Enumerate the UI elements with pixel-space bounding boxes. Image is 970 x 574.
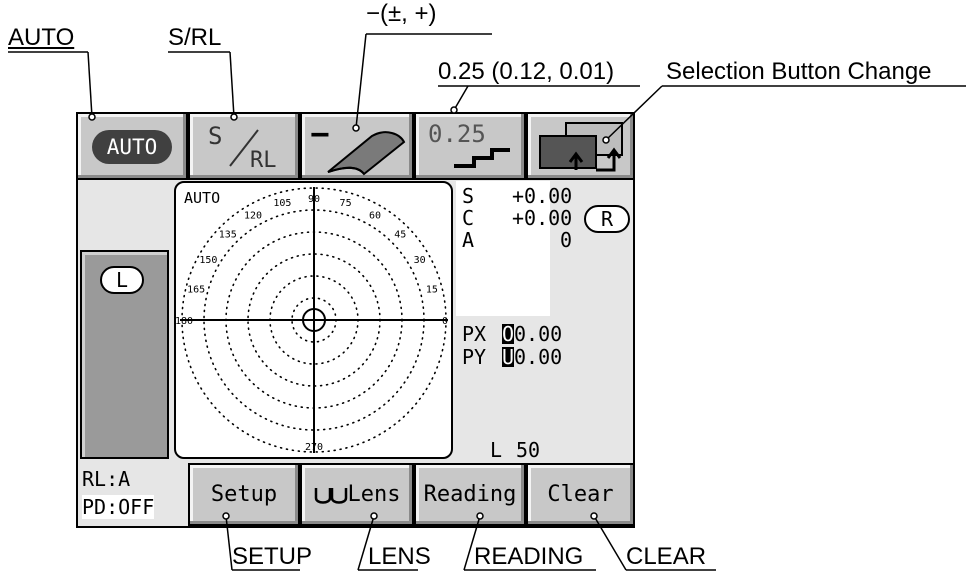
rl-label: RL xyxy=(250,148,277,173)
step-icon xyxy=(454,148,510,168)
callout-auto: AUTO xyxy=(8,24,75,51)
callout-selection: Selection Button Change xyxy=(666,58,932,85)
angle-label-120: 120 xyxy=(244,210,262,221)
lens-button[interactable]: Lens xyxy=(300,463,414,526)
a-label-text: A xyxy=(462,228,475,252)
angle-label-180: 180 xyxy=(176,316,193,327)
left-lens-panel[interactable]: L xyxy=(80,250,169,459)
auto-indicator: AUTO xyxy=(92,130,172,164)
angle-label-150: 150 xyxy=(199,255,217,266)
setup-button[interactable]: Setup xyxy=(188,463,300,526)
angle-label-165: 165 xyxy=(187,284,205,295)
clear-button[interactable]: Clear xyxy=(526,463,635,526)
callout-srl: S/RL xyxy=(168,24,222,51)
s-label: S xyxy=(208,122,223,150)
angle-label-135: 135 xyxy=(219,230,237,241)
angle-label-75: 75 xyxy=(340,198,352,209)
s-rl-button[interactable]: S RL xyxy=(188,112,300,180)
angle-label-30: 30 xyxy=(414,255,426,266)
px-direction: O xyxy=(502,322,515,346)
sign-button[interactable]: − xyxy=(300,112,414,180)
callout-lens: LENS xyxy=(368,543,431,570)
axis-chart-frame: AUTO 90 105 75 120 60 135 45 150 30 165 15 180 0 270 xyxy=(174,181,453,459)
step-button[interactable]: 0.25 xyxy=(414,112,526,180)
lens-label: Lens xyxy=(347,482,401,507)
l-label-text: L xyxy=(490,438,503,462)
callout-clear: CLEAR xyxy=(626,543,707,570)
callout-setup: SETUP xyxy=(232,543,313,570)
lens-shape-icon xyxy=(327,131,406,176)
callout-reading: READING xyxy=(474,543,584,570)
py-direction: U xyxy=(502,345,515,369)
angle-label-105: 105 xyxy=(273,198,291,209)
angle-label-90: 90 xyxy=(308,194,320,205)
auto-button[interactable]: AUTO xyxy=(76,112,188,180)
c-label-text: C xyxy=(462,206,475,230)
angle-label-270: 270 xyxy=(305,442,323,453)
px-value: 0.00 xyxy=(514,322,563,346)
s-label-text: S xyxy=(462,184,475,208)
setup-label: Setup xyxy=(210,482,278,507)
left-eye-indicator: L xyxy=(100,266,144,294)
status-box: RL:A PD:OFF xyxy=(80,463,174,526)
clear-label: Clear xyxy=(547,482,614,507)
pd-status: PD:OFF xyxy=(82,495,155,519)
glasses-icon xyxy=(314,487,347,504)
selection-button-change[interactable] xyxy=(526,112,635,180)
page-switch-icon xyxy=(539,122,623,172)
callout-minus: −(±, +) xyxy=(366,0,437,27)
angle-label-15: 15 xyxy=(426,284,438,295)
axis-chart: 90 105 75 120 60 135 45 150 30 165 15 180 0 270 xyxy=(176,187,448,453)
c-value: +0.00 xyxy=(512,206,573,230)
angle-label-0: 0 xyxy=(442,316,448,327)
reading-label: Reading xyxy=(423,482,517,507)
a-value: 0 xyxy=(560,228,573,252)
py-value: 0.00 xyxy=(514,345,563,369)
px-label-text: PX xyxy=(462,322,487,346)
reading-button[interactable]: Reading xyxy=(414,463,526,526)
angle-label-60: 60 xyxy=(369,210,381,221)
angle-label-45: 45 xyxy=(394,230,406,241)
right-eye-indicator: R xyxy=(584,205,630,233)
py-label-text: PY xyxy=(462,345,487,369)
l-value: 50 xyxy=(516,438,541,462)
s-value: +0.00 xyxy=(512,184,573,208)
callout-step: 0.25 (0.12, 0.01) xyxy=(438,58,615,85)
rl-status: RL:A xyxy=(82,467,131,491)
